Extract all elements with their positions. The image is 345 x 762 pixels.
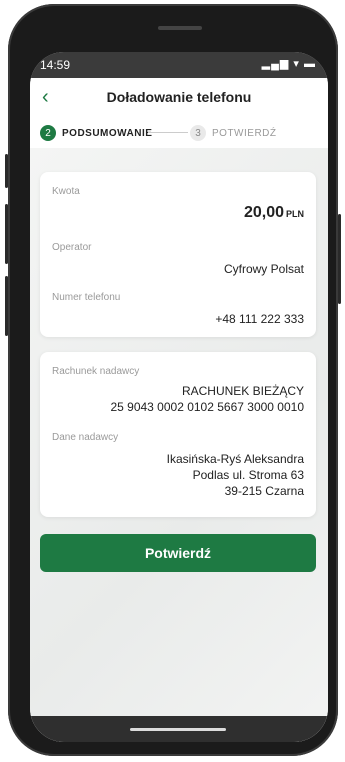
status-icons: ▂▄▆ ▾ ▬ [261,58,316,70]
mute-switch [5,154,8,188]
amount-label: Kwota [52,186,80,197]
step-confirm: 3 POTWIERDŹ [190,125,277,141]
sender-name: Ikasińska-Ryś Aleksandra [166,452,304,466]
operator-label: Operator [52,242,92,253]
summary-card: Kwota 20,00 PLN Operator Cyfrowy Polsat N… [40,172,316,337]
phone-frame: 14:59 ▂▄▆ ▾ ▬ ‹ Doładowanie telefonu 2 P… [5,4,341,756]
phone-label: Numer telefonu [52,292,121,303]
volume-up-button [5,204,8,264]
step-label-confirm: POTWIERDŹ [212,127,277,139]
app-header: ‹ Doładowanie telefonu [30,78,328,118]
speaker-grille [158,26,202,30]
account-label: Rachunek nadawcy [52,366,140,377]
step-connector [148,132,188,133]
sender-data-label: Dane nadawcy [52,432,119,443]
volume-down-button [5,276,8,336]
sender-card: Rachunek nadawcy RACHUNEK BIEŻĄCY 25 904… [40,352,316,517]
phone-screen: 14:59 ▂▄▆ ▾ ▬ ‹ Doładowanie telefonu 2 P… [30,52,328,742]
status-bar: 14:59 ▂▄▆ ▾ ▬ [30,52,328,78]
power-button [338,214,341,304]
bottom-bar [30,716,328,742]
amount-currency: PLN [286,209,304,219]
step-number-active: 2 [40,125,56,141]
account-name: RACHUNEK BIEŻĄCY [181,384,304,398]
amount-number: 20,00 [243,204,284,221]
operator-value: Cyfrowy Polsat [223,262,304,276]
home-indicator[interactable] [130,728,226,731]
step-label-summary: PODSUMOWANIE [62,127,153,139]
step-summary: 2 PODSUMOWANIE [40,125,152,141]
page-title: Doładowanie telefonu [106,89,252,105]
confirm-button[interactable]: Potwierdź [40,534,316,572]
status-time: 14:59 [40,58,71,72]
sender-address-line1: Podlas ul. Stroma 63 [192,468,304,482]
phone-value: +48 111 222 333 [215,312,304,326]
step-number-inactive: 3 [190,125,206,141]
account-number: 25 9043 0002 0102 5667 3000 0010 [110,400,304,414]
amount-value: 20,00 PLN [244,204,304,222]
step-indicator: 2 PODSUMOWANIE 3 POTWIERDŹ [30,118,328,149]
sender-address-line2: 39-215 Czarna [224,484,304,498]
